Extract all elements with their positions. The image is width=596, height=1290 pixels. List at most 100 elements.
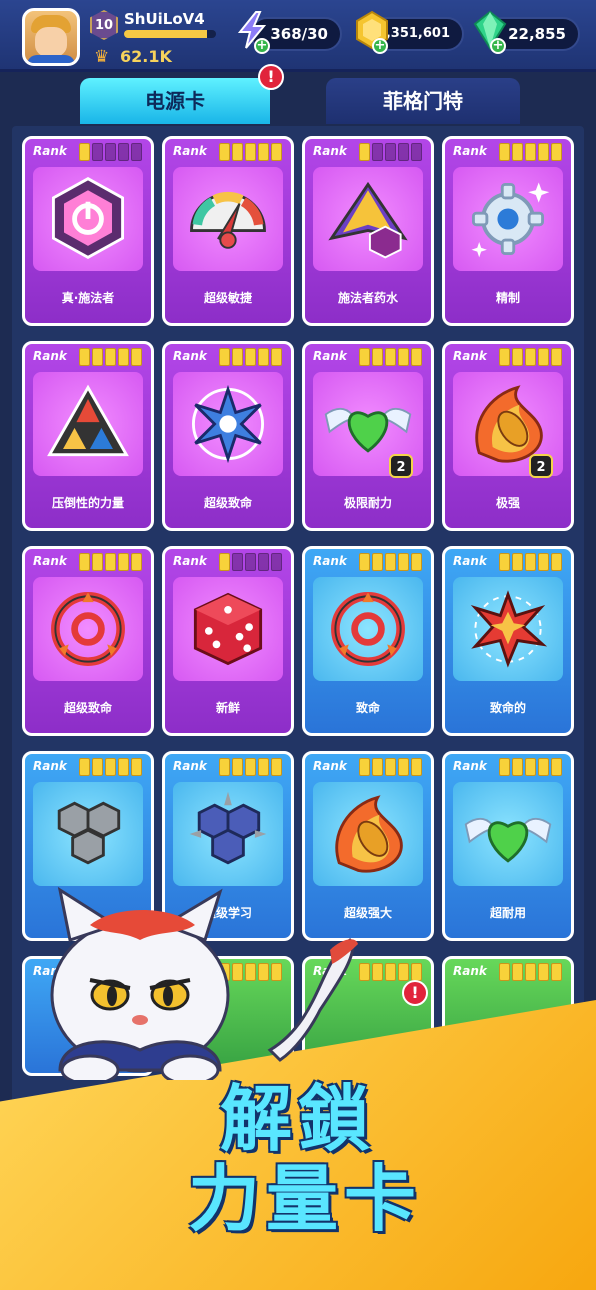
rank-label: Rank [173, 349, 207, 363]
rank-pip [219, 143, 230, 161]
rank-pip [245, 758, 256, 776]
rank-pip [79, 758, 90, 776]
card-name: 新鲜 [215, 701, 240, 715]
rank-pips [499, 143, 562, 161]
rank-pips [79, 348, 142, 366]
rank-pip [131, 553, 142, 571]
card-name: 真·施法者 [61, 291, 115, 305]
card-art [33, 577, 143, 681]
add-gold-button[interactable]: + [372, 38, 388, 54]
rank-pip [131, 758, 142, 776]
rank-label: Rank [453, 964, 487, 978]
power-card[interactable]: Rank 超级致命 [22, 546, 154, 736]
explosion-icon [470, 590, 548, 668]
winged-heart-icon [464, 817, 552, 863]
tab-figments[interactable]: 菲格门特 [326, 78, 520, 124]
rank-pip [372, 758, 383, 776]
rank-pip [232, 143, 243, 161]
rank-pip [92, 348, 103, 366]
rank-pip [359, 348, 370, 366]
power-card[interactable]: Rank 2 极限耐力 [302, 341, 434, 531]
rank-pip [499, 143, 510, 161]
rank-pip [359, 553, 370, 571]
card-art [173, 167, 283, 271]
power-card[interactable]: Rank 致命 [302, 546, 434, 736]
rank-label: Rank [33, 349, 67, 363]
rank-pip [499, 348, 510, 366]
rank-label: Rank [453, 144, 487, 158]
power-card[interactable]: Rank 新鲜 [162, 546, 294, 736]
rank-pip [538, 553, 549, 571]
card-name: 超级敏捷 [203, 291, 252, 305]
rank-pips [359, 963, 422, 981]
rank-pip [551, 348, 562, 366]
promo-title-line2: 力量卡 [188, 1157, 423, 1241]
rank-pip [372, 963, 383, 981]
add-energy-button[interactable]: + [254, 38, 270, 54]
rank-pip [258, 348, 269, 366]
rank-pip [398, 553, 409, 571]
rank-pip [538, 143, 549, 161]
player-name: ShUiLoV4 [124, 10, 205, 28]
rank-pip [411, 143, 422, 161]
rank-pip [131, 348, 142, 366]
card-art [453, 577, 563, 681]
rank-pips [219, 143, 282, 161]
card-art [33, 167, 143, 271]
rank-pip [359, 143, 370, 161]
rank-pip [359, 963, 370, 981]
power-card[interactable]: Rank 精制 [442, 136, 574, 326]
card-name: 致命 [355, 701, 380, 715]
rank-pip [118, 348, 129, 366]
tab-alert-icon: ! [258, 64, 284, 90]
rank-pip [359, 758, 370, 776]
rank-pip [79, 348, 90, 366]
power-card[interactable]: Rank 致命的 [442, 546, 574, 736]
card-art [173, 782, 283, 886]
card-art [173, 577, 283, 681]
rank-pips [499, 553, 562, 571]
rank-pip [271, 348, 282, 366]
rank-pip [79, 553, 90, 571]
rank-pips [359, 348, 422, 366]
rank-pip [271, 758, 282, 776]
rank-pip [92, 758, 103, 776]
add-gems-button[interactable]: + [490, 38, 506, 54]
rank-pip [512, 758, 523, 776]
rank-pip [538, 758, 549, 776]
rank-pip [525, 758, 536, 776]
card-alert-icon: ! [402, 980, 428, 1006]
rank-pip [525, 963, 536, 981]
rank-label: Rank [313, 554, 347, 568]
power-card[interactable]: Rank 超耐用 [442, 751, 574, 941]
card-name: 致命的 [489, 701, 526, 715]
card-name: 压倒性的力量 [51, 496, 124, 510]
power-card[interactable]: Rank 2 极强 [442, 341, 574, 531]
rank-label: Rank [33, 554, 67, 568]
card-art [33, 782, 143, 886]
rank-pips [219, 348, 282, 366]
rank-pip [411, 348, 422, 366]
card-art [313, 782, 423, 886]
rank-pips [79, 758, 142, 776]
target-icon [51, 592, 125, 666]
rank-pip [131, 143, 142, 161]
player-avatar[interactable] [22, 8, 80, 66]
card-count-badge: 2 [529, 454, 553, 478]
power-card[interactable]: Rank 真·施法者 [22, 136, 154, 326]
tab-bar: 电源卡 菲格门特 [0, 76, 596, 128]
power-card[interactable]: Rank 施法者药水 [302, 136, 434, 326]
rank-pip [398, 758, 409, 776]
rank-pip [525, 143, 536, 161]
rank-pip [512, 963, 523, 981]
rank-pip [219, 348, 230, 366]
card-name: 施法者药水 [337, 291, 398, 305]
tab-power-cards[interactable]: 电源卡 [80, 78, 270, 124]
power-card[interactable]: Rank 超级敏捷 [162, 136, 294, 326]
power-card[interactable]: Rank 超级致命 [162, 341, 294, 531]
level-badge: 10 [90, 10, 118, 40]
rank-pips [359, 553, 422, 571]
xp-bar [124, 30, 216, 38]
power-card[interactable]: Rank 压倒性的力量 [22, 341, 154, 531]
rank-pips [499, 348, 562, 366]
